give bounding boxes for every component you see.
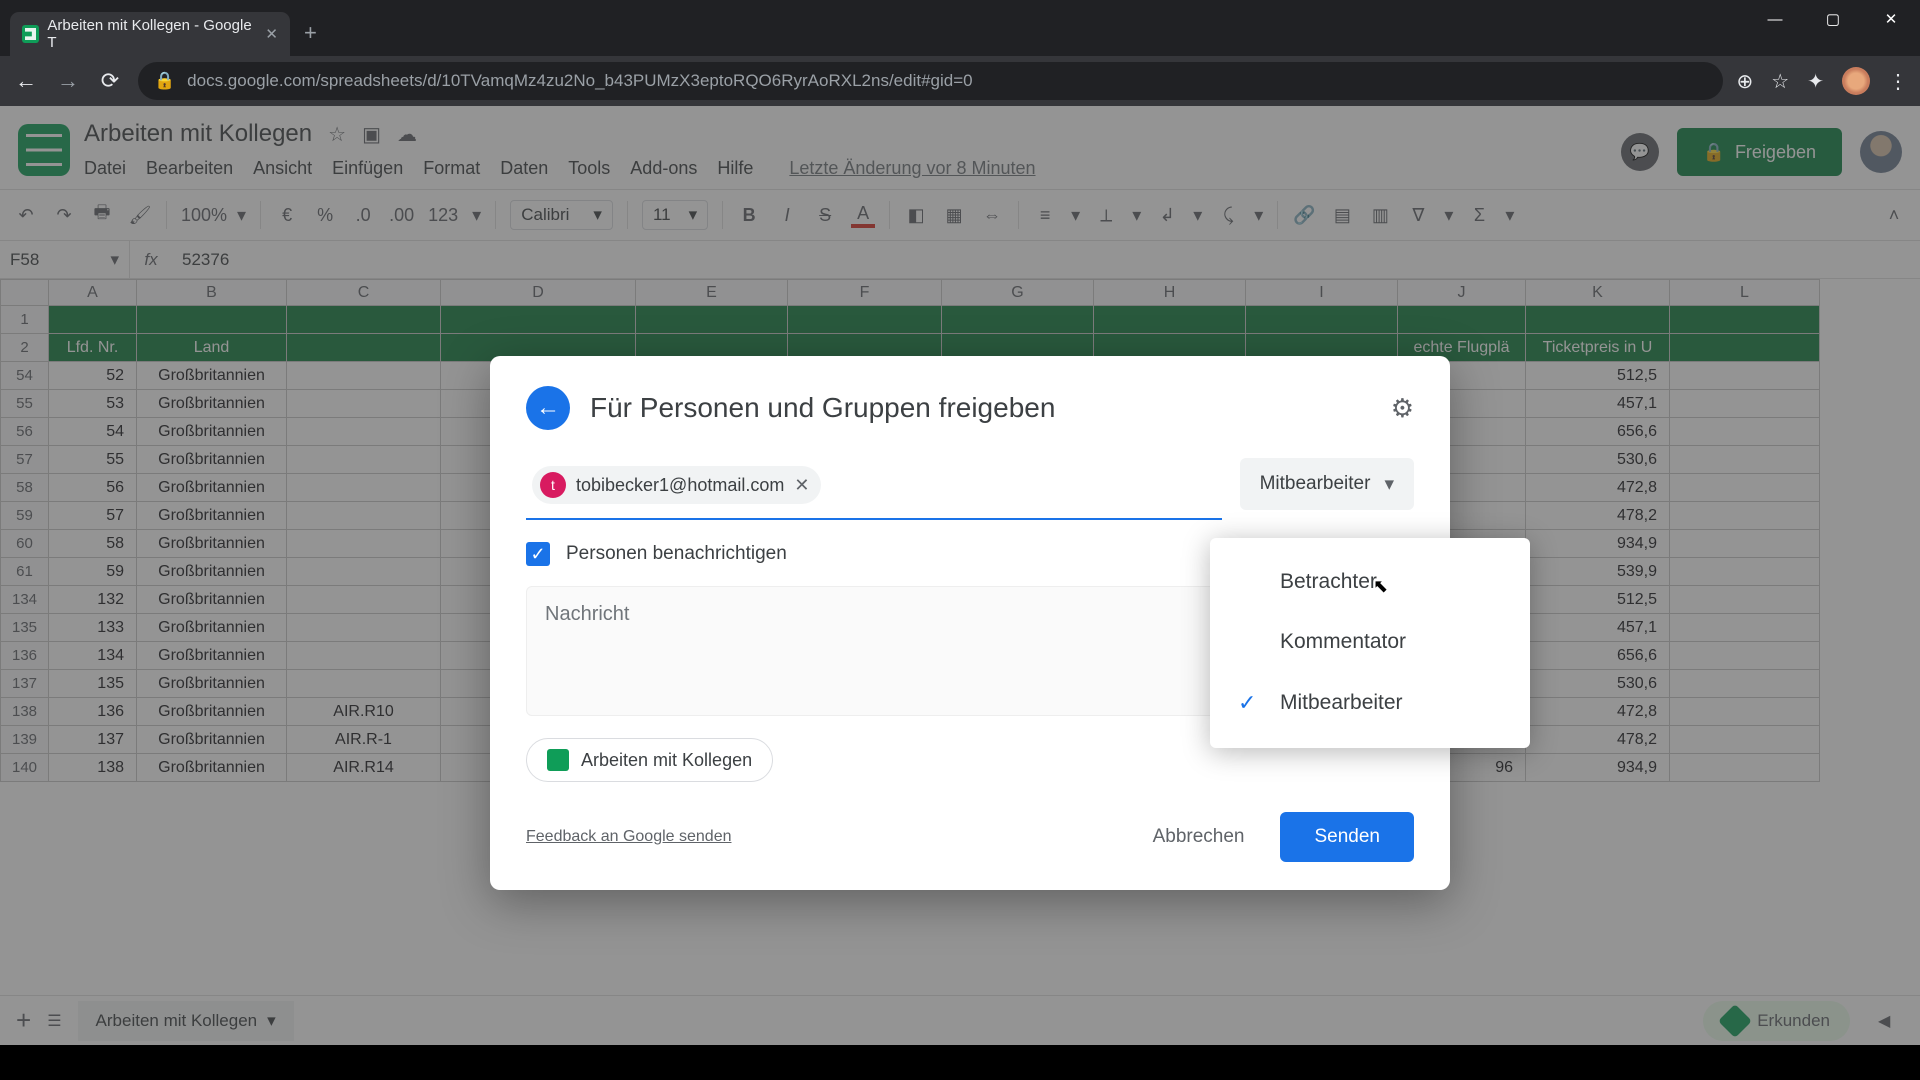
role-option-label: Mitbearbeiter xyxy=(1280,691,1403,715)
role-option-label: Kommentator xyxy=(1280,630,1406,654)
window-maximize-button[interactable]: ▢ xyxy=(1804,0,1862,38)
browser-profile-avatar[interactable] xyxy=(1842,67,1870,95)
role-option-kommentator[interactable]: Kommentator xyxy=(1210,612,1530,672)
nav-forward-button[interactable]: → xyxy=(54,68,82,94)
notify-label: Personen benachrichtigen xyxy=(566,543,787,565)
url-text: docs.google.com/spreadsheets/d/10TVamqMz… xyxy=(187,71,972,91)
role-selected-label: Mitbearbeiter xyxy=(1260,473,1371,495)
bookmark-icon[interactable]: ☆ xyxy=(1771,69,1789,94)
role-option-mitbearbeiter[interactable]: ✓ Mitbearbeiter xyxy=(1210,672,1530,734)
zoom-icon[interactable]: ⊕ xyxy=(1737,69,1754,94)
new-tab-button[interactable]: + xyxy=(290,20,331,56)
recipient-chip[interactable]: t tobibecker1@hotmail.com ✕ xyxy=(532,466,821,504)
cursor-icon: ⬉ xyxy=(1373,576,1388,597)
role-menu: Betrachter Kommentator ✓ Mitbearbeiter xyxy=(1210,538,1530,748)
attachment-chip: Arbeiten mit Kollegen xyxy=(526,738,773,782)
settings-gear-icon[interactable]: ⚙ xyxy=(1391,393,1414,424)
role-option-label: Betrachter xyxy=(1280,570,1377,594)
attachment-label: Arbeiten mit Kollegen xyxy=(581,750,752,771)
check-icon: ✓ xyxy=(1238,690,1264,716)
browser-menu-icon[interactable]: ⋮ xyxy=(1888,69,1908,94)
role-dropdown[interactable]: Mitbearbeiter ▾ xyxy=(1240,458,1414,510)
recipient-avatar-icon: t xyxy=(540,472,566,498)
extensions-icon[interactable]: ✦ xyxy=(1807,69,1824,94)
window-close-button[interactable]: ✕ xyxy=(1862,0,1920,38)
browser-tab[interactable]: Arbeiten mit Kollegen - Google T ✕ xyxy=(10,12,290,56)
role-option-betrachter[interactable]: Betrachter xyxy=(1210,552,1530,612)
feedback-link[interactable]: Feedback an Google senden xyxy=(526,828,731,846)
tab-title: Arbeiten mit Kollegen - Google T xyxy=(47,17,257,51)
message-placeholder: Nachricht xyxy=(545,603,629,625)
window-minimize-button[interactable]: — xyxy=(1746,0,1804,38)
address-bar[interactable]: 🔒 docs.google.com/spreadsheets/d/10TVamq… xyxy=(138,62,1723,100)
chevron-down-icon: ▾ xyxy=(1384,473,1394,496)
dialog-back-button[interactable]: ← xyxy=(526,386,570,430)
notify-checkbox[interactable]: ✓ xyxy=(526,542,550,566)
sheets-favicon-icon xyxy=(22,25,39,43)
tab-close-icon[interactable]: ✕ xyxy=(265,25,278,43)
people-input[interactable]: t tobibecker1@hotmail.com ✕ xyxy=(526,458,1222,520)
remove-recipient-icon[interactable]: ✕ xyxy=(794,475,809,496)
sheets-icon xyxy=(547,749,569,771)
nav-reload-button[interactable]: ⟳ xyxy=(96,68,124,94)
recipient-email: tobibecker1@hotmail.com xyxy=(576,475,784,496)
lock-icon: 🔒 xyxy=(154,71,175,91)
nav-back-button[interactable]: ← xyxy=(12,68,40,94)
dialog-title: Für Personen und Gruppen freigeben xyxy=(590,392,1055,424)
cancel-button[interactable]: Abbrechen xyxy=(1129,812,1269,862)
send-button[interactable]: Senden xyxy=(1280,812,1414,862)
